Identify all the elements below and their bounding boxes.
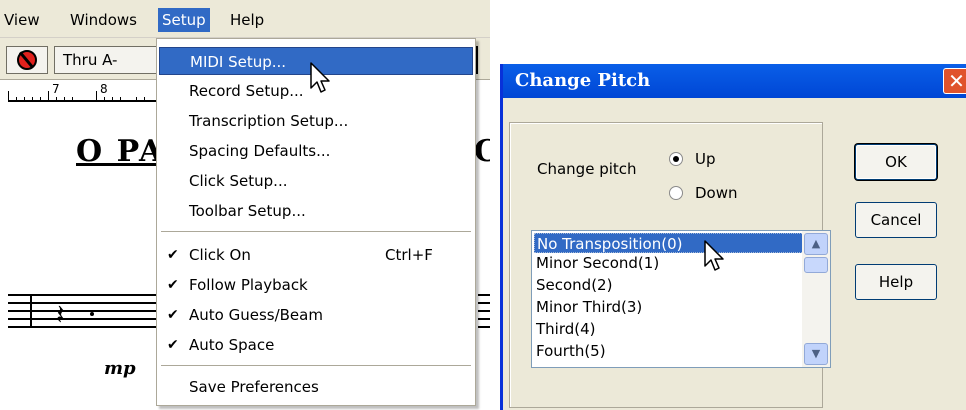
dot-icon <box>90 312 94 316</box>
list-item[interactable]: Minor Second(1) <box>534 253 659 273</box>
toolbar-edge <box>476 46 490 74</box>
dialog-title: Change Pitch <box>515 70 651 91</box>
ruler-number: 7 <box>52 82 60 96</box>
menu-item-toolbar-setup[interactable]: Toolbar Setup... <box>159 197 473 225</box>
menu-item-auto-guess-beam[interactable]: ✔ Auto Guess/Beam <box>159 301 473 329</box>
dynamic-marking: mp <box>104 358 136 379</box>
music-staff: 𝄽 <box>8 294 160 342</box>
ruler-number: 8 <box>100 82 108 96</box>
list-item[interactable]: Third(4) <box>534 319 596 339</box>
menu-separator <box>161 365 471 367</box>
list-item[interactable]: Fourth(5) <box>534 341 606 361</box>
quarter-rest-icon: 𝄽 <box>56 298 65 331</box>
menu-separator <box>161 231 471 233</box>
change-pitch-label: Change pitch <box>537 160 637 178</box>
score-title-tail: C <box>474 134 490 169</box>
dialog-body: Change pitch Up Down No Transposition(0)… <box>503 98 966 410</box>
menu-bar: View Windows Setup Help <box>0 0 490 38</box>
mouse-pointer-icon <box>704 240 724 271</box>
menu-item-save-preferences[interactable]: Save Preferences <box>159 373 473 401</box>
menu-item-follow-playback[interactable]: ✔ Follow Playback <box>159 271 473 299</box>
menu-help[interactable]: Help <box>226 8 268 32</box>
checkmark-icon: ✔ <box>167 277 179 293</box>
measure-ruler: 7 8 <box>0 82 160 104</box>
menu-item-click-on[interactable]: ✔ Click On Ctrl+F <box>159 241 473 269</box>
menu-view[interactable]: View <box>0 8 44 32</box>
vertical-scrollbar[interactable]: ▲ ▼ <box>802 231 830 367</box>
menu-setup[interactable]: Setup <box>158 8 210 32</box>
close-button[interactable]: ✕ <box>943 68 966 94</box>
mouse-pointer-icon <box>310 62 330 93</box>
radio-unselected-icon[interactable] <box>669 186 683 200</box>
menu-item-click-setup[interactable]: Click Setup... <box>159 167 473 195</box>
checkmark-icon: ✔ <box>167 307 179 323</box>
scroll-thumb[interactable] <box>804 257 828 273</box>
transposition-list[interactable]: No Transposition(0) Minor Second(1) Seco… <box>531 230 831 368</box>
scroll-down-icon[interactable]: ▼ <box>804 343 828 365</box>
no-symbol-icon <box>17 50 37 70</box>
score-title: O PA <box>76 134 165 169</box>
cancel-button[interactable]: Cancel <box>855 202 937 238</box>
menu-item-auto-space[interactable]: ✔ Auto Space <box>159 331 473 359</box>
change-pitch-dialog: Change Pitch ✕ Change pitch Up Down No T… <box>500 64 966 410</box>
list-item[interactable]: Second(2) <box>534 275 612 295</box>
thru-button[interactable]: Thru A- <box>54 46 158 74</box>
list-item[interactable]: Minor Third(3) <box>534 297 642 317</box>
radio-selected-icon[interactable] <box>669 152 683 166</box>
list-item[interactable]: No Transposition(0) <box>534 233 804 253</box>
help-button[interactable]: Help <box>855 264 937 300</box>
music-staff-right <box>478 294 490 328</box>
score-editor-window: View Windows Setup Help Thru A- 7 8 O PA… <box>0 0 490 410</box>
dialog-titlebar[interactable]: Change Pitch ✕ <box>503 64 966 98</box>
shortcut-label: Ctrl+F <box>385 246 433 264</box>
checkmark-icon: ✔ <box>167 247 179 263</box>
scroll-up-icon[interactable]: ▲ <box>804 233 828 255</box>
checkmark-icon: ✔ <box>167 337 179 353</box>
ok-button[interactable]: OK <box>855 144 937 180</box>
midi-thru-off-button[interactable] <box>6 46 48 74</box>
menu-item-spacing-defaults[interactable]: Spacing Defaults... <box>159 137 473 165</box>
menu-item-transcription-setup[interactable]: Transcription Setup... <box>159 107 473 135</box>
menu-windows[interactable]: Windows <box>66 8 141 32</box>
